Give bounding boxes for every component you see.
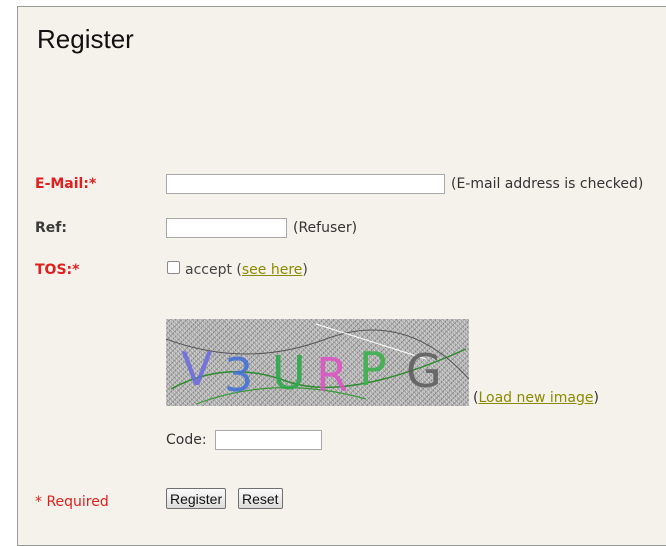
captcha-image: V 3 U R P G: [166, 319, 469, 406]
tos-link[interactable]: see here: [242, 262, 303, 278]
ref-field[interactable]: [166, 218, 287, 238]
svg-text:3: 3: [224, 348, 253, 402]
email-field[interactable]: [166, 174, 445, 194]
ref-hint: (Refuser): [293, 220, 358, 236]
tos-accept-text: accept (see here): [185, 262, 308, 278]
page-title: Register: [37, 24, 134, 54]
register-panel: Register: [17, 6, 666, 546]
email-label: E-Mail:*: [35, 176, 97, 192]
svg-text:G: G: [406, 344, 442, 398]
captcha-graphic: V 3 U R P G: [166, 323, 469, 405]
captcha-code-field[interactable]: [215, 430, 322, 450]
email-hint: (E-mail address is checked): [451, 176, 644, 192]
reload-captcha: (Load new image): [473, 390, 599, 406]
svg-text:V: V: [181, 342, 213, 396]
tos-close-paren: ): [302, 262, 308, 278]
reload-close-paren: ): [593, 390, 599, 406]
tos-checkbox[interactable]: [167, 261, 180, 274]
accept-label: accept (: [185, 262, 242, 278]
required-note: * Required: [35, 494, 109, 510]
register-button[interactable]: Register: [166, 488, 227, 509]
tos-label: TOS:*: [35, 262, 80, 278]
svg-text:P: P: [359, 342, 387, 396]
reset-button[interactable]: Reset: [238, 488, 283, 509]
load-new-image-link[interactable]: Load new image: [478, 390, 593, 406]
svg-text:U: U: [272, 346, 306, 400]
code-label: Code:: [166, 432, 207, 448]
ref-label: Ref:: [35, 220, 67, 236]
svg-text:R: R: [316, 348, 348, 402]
